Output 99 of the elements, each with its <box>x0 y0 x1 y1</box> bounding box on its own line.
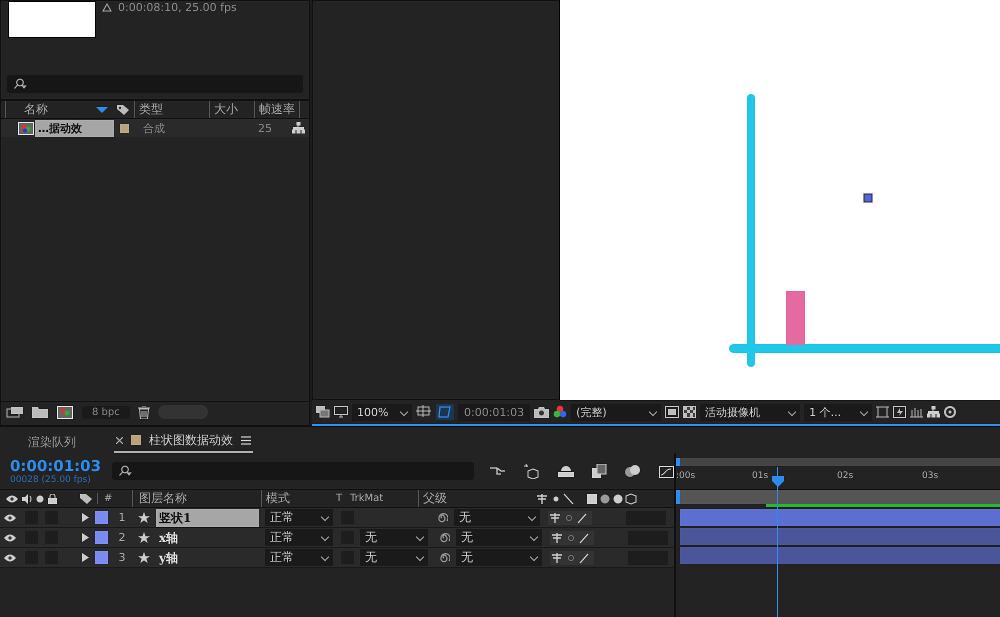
time-ruler-label: 03s <box>922 471 938 481</box>
visibility-toggle[interactable] <box>4 532 18 542</box>
current-time-field[interactable]: 0:00:01:03 <box>458 404 530 420</box>
tag-icon <box>79 492 93 504</box>
frame-count: 00028 (25.00 fps) <box>10 475 92 485</box>
channels-icon[interactable] <box>553 405 568 419</box>
column-header[interactable]: 模式 <box>261 490 332 507</box>
search-icon <box>118 465 132 477</box>
monitor-icon[interactable] <box>334 406 348 418</box>
label-swatch[interactable] <box>95 551 108 564</box>
fast-preview-icon[interactable] <box>893 406 906 418</box>
track-matte-dropdown[interactable]: 无 <box>360 549 428 566</box>
shutter-icon[interactable] <box>944 406 956 418</box>
mode-dropdown[interactable]: 正常 <box>265 509 333 526</box>
draft-3d-icon[interactable] <box>524 463 540 479</box>
star-icon <box>138 532 150 544</box>
expand-triangle-icon[interactable] <box>82 513 89 522</box>
track-matte-dropdown[interactable]: 无 <box>360 529 428 546</box>
expand-triangle-icon[interactable] <box>82 533 89 542</box>
label-swatch[interactable] <box>95 511 108 524</box>
layer-switches-drawing[interactable] <box>550 530 594 544</box>
frame-icon[interactable] <box>416 405 432 419</box>
composition-icon <box>18 122 34 134</box>
label-swatch[interactable] <box>95 531 108 544</box>
star-icon <box>138 512 150 524</box>
time-ruler-label: :00s <box>676 471 696 481</box>
eye-icon <box>6 494 18 502</box>
project-item-name[interactable]: …据动效 <box>35 120 114 136</box>
time-ruler[interactable]: :00s 01s 02s 03s <box>676 468 1000 490</box>
layer-number: 1 <box>118 511 126 524</box>
sort-caret-icon <box>96 106 108 112</box>
layer-switches-drawing[interactable] <box>550 550 594 564</box>
layer-number: 2 <box>118 531 126 544</box>
column-header[interactable]: 父级 <box>418 490 531 507</box>
timeline-icon[interactable] <box>910 406 924 418</box>
composition-icon[interactable] <box>56 406 74 418</box>
column-header[interactable]: # <box>97 493 128 504</box>
layers-icon[interactable] <box>316 406 330 418</box>
speaker-icon <box>22 494 32 504</box>
solo-dot-icon <box>36 494 44 502</box>
transparency-grid-icon[interactable] <box>683 406 696 418</box>
column-header[interactable]: 帧速率 <box>254 101 300 118</box>
current-time-display[interactable]: 0:00:01:03 <box>10 457 98 475</box>
mode-dropdown[interactable]: 正常 <box>265 549 333 566</box>
bit-depth-button[interactable]: 8 bpc <box>82 406 130 418</box>
layer-name[interactable]: 竖状1 <box>156 508 259 526</box>
interpret-footage-icon[interactable] <box>6 406 24 418</box>
mask-outline-icon[interactable] <box>436 404 454 420</box>
bar-shape <box>786 291 805 345</box>
search-field[interactable] <box>7 75 303 93</box>
pickwhip-icon[interactable] <box>438 532 450 544</box>
layer-name[interactable]: y轴 <box>156 548 259 566</box>
close-icon[interactable] <box>116 436 123 444</box>
item-type: 合成 <box>143 120 166 136</box>
search-icon <box>13 78 27 90</box>
column-header[interactable]: T <box>336 493 346 504</box>
visibility-toggle[interactable] <box>4 512 18 522</box>
motion-blur-icon[interactable] <box>625 464 641 478</box>
hierarchy-icon[interactable] <box>927 406 940 418</box>
column-header[interactable]: 名称 <box>5 101 96 118</box>
pickwhip-icon[interactable] <box>436 512 448 524</box>
layer-switches-drawing[interactable] <box>548 510 592 524</box>
item-frame-rate: 25 <box>258 122 273 134</box>
graph-editor-icon[interactable] <box>659 464 674 478</box>
composition-flowchart-icon[interactable] <box>490 465 506 477</box>
tag-icon <box>116 104 130 116</box>
views-dropdown[interactable]: 1 个... <box>804 404 872 420</box>
time-ruler-label: 02s <box>837 471 854 481</box>
parent-dropdown[interactable]: 无 <box>456 529 542 546</box>
camera-icon[interactable] <box>534 406 550 418</box>
column-header[interactable]: TrkMat <box>350 493 414 504</box>
pickwhip-icon[interactable] <box>438 552 450 564</box>
anchor-point-icon <box>864 194 872 202</box>
composition-info: 0:00:08:10, 25.00 fps <box>118 1 237 14</box>
search-field[interactable] <box>112 462 474 480</box>
star-icon <box>138 552 150 564</box>
parent-dropdown[interactable]: 无 <box>456 549 542 566</box>
folder-icon[interactable] <box>32 406 48 418</box>
column-header[interactable]: 类型 <box>134 101 209 118</box>
time-ruler-label: 01s <box>752 471 768 481</box>
column-header[interactable]: 大小 <box>209 101 254 118</box>
layer-number: 3 <box>118 551 126 564</box>
zoom-dropdown[interactable]: 100% <box>352 404 412 420</box>
lock-icon <box>48 494 57 504</box>
mode-dropdown[interactable]: 正常 <box>265 529 333 546</box>
column-header[interactable]: 图层名称 <box>132 490 257 507</box>
visibility-toggle[interactable] <box>4 552 18 562</box>
frame-blending-icon[interactable] <box>592 464 607 478</box>
resolution-dropdown[interactable]: (完整) <box>571 404 662 420</box>
camera-dropdown[interactable]: 活动摄像机 <box>700 404 800 420</box>
expand-triangle-icon[interactable] <box>82 553 89 562</box>
layer-name[interactable]: x轴 <box>156 528 259 546</box>
panel-tab[interactable]: 渲染队列 <box>26 431 78 453</box>
menu-icon[interactable] <box>241 436 251 444</box>
trash-icon[interactable] <box>138 406 150 418</box>
shy-layers-icon[interactable] <box>558 464 574 478</box>
parent-dropdown[interactable]: 无 <box>454 509 540 526</box>
region-icon[interactable] <box>665 406 680 418</box>
triangle-icon <box>102 3 112 12</box>
